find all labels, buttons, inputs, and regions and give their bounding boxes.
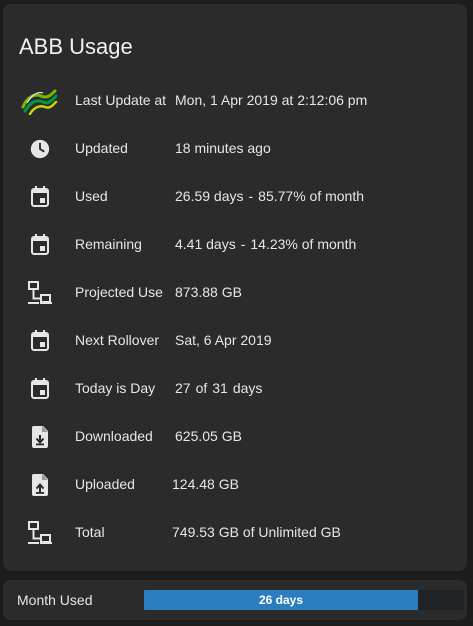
used-days: 26.59 days	[175, 188, 244, 204]
remaining-days: 4.41 days	[175, 236, 236, 252]
abb-logo-icon	[21, 88, 59, 115]
row-downloaded[interactable]: Downloaded 625.05 GB	[3, 412, 467, 460]
row-total[interactable]: Total 749.53 GB of Unlimited GB	[3, 508, 467, 556]
row-updated[interactable]: Updated 18 minutes ago	[3, 124, 467, 172]
network-icon	[21, 280, 59, 306]
row-value: 749.53 GB of Unlimited GB	[172, 524, 341, 540]
row-label: Total	[75, 524, 105, 540]
row-value: 27 of 31 days	[175, 380, 267, 396]
separator: -	[240, 236, 246, 252]
row-label: Remaining	[75, 236, 142, 252]
of-text: of	[195, 380, 208, 396]
row-value: 873.88 GB	[175, 284, 242, 300]
remaining-percent: 14.23% of month	[250, 236, 357, 252]
row-label: Today is Day	[75, 380, 156, 396]
month-used-progress-bar[interactable]: 26 days	[144, 590, 464, 610]
file-upload-icon	[21, 472, 59, 498]
row-value: 18 minutes ago	[175, 140, 271, 156]
row-label: Downloaded	[75, 428, 153, 444]
row-label: Next Rollover	[75, 332, 160, 348]
unit-text: days	[232, 380, 263, 396]
row-label: Uploaded	[75, 476, 135, 492]
row-value: 26.59 days -85.77% of month	[175, 188, 364, 204]
calendar-icon	[21, 328, 59, 354]
row-remaining[interactable]: Remaining 4.41 days -14.23% of month	[3, 220, 467, 268]
network-icon	[21, 520, 59, 546]
row-today-is-day[interactable]: Today is Day 27 of 31 days	[3, 364, 467, 412]
row-value: Sat, 6 Apr 2019	[175, 332, 272, 348]
row-label: Last Update at	[75, 92, 167, 108]
total-days: 31	[212, 380, 228, 396]
abb-usage-card: ABB Usage Last Update at Mon, 1 Apr 2019…	[3, 4, 467, 571]
row-projected-use[interactable]: Projected Use 873.88 GB	[3, 268, 467, 316]
row-last-update[interactable]: Last Update at Mon, 1 Apr 2019 at 2:12:0…	[3, 76, 467, 124]
calendar-icon	[21, 184, 59, 210]
card-title: ABB Usage	[19, 34, 133, 59]
row-label: Projected Use	[75, 284, 163, 300]
row-value: Mon, 1 Apr 2019 at 2:12:06 pm	[175, 92, 368, 108]
separator: -	[248, 188, 254, 204]
progress-text: 26 days	[258, 593, 304, 607]
row-label: Updated	[75, 140, 128, 156]
current-day: 27	[175, 380, 191, 396]
row-uploaded[interactable]: Uploaded 124.48 GB	[3, 460, 467, 508]
month-used-label: Month Used	[17, 592, 93, 608]
row-value: 625.05 GB	[175, 428, 242, 444]
file-download-icon	[21, 424, 59, 450]
used-percent: 85.77% of month	[258, 188, 365, 204]
row-value: 4.41 days -14.23% of month	[175, 236, 356, 252]
row-label: Used	[75, 188, 108, 204]
row-used[interactable]: Used 26.59 days -85.77% of month	[3, 172, 467, 220]
month-used-card: Month Used 26 days	[3, 580, 467, 620]
clock-icon	[21, 136, 59, 162]
row-value: 124.48 GB	[172, 476, 239, 492]
calendar-icon	[21, 376, 59, 402]
calendar-icon	[21, 232, 59, 258]
row-next-rollover[interactable]: Next Rollover Sat, 6 Apr 2019	[3, 316, 467, 364]
